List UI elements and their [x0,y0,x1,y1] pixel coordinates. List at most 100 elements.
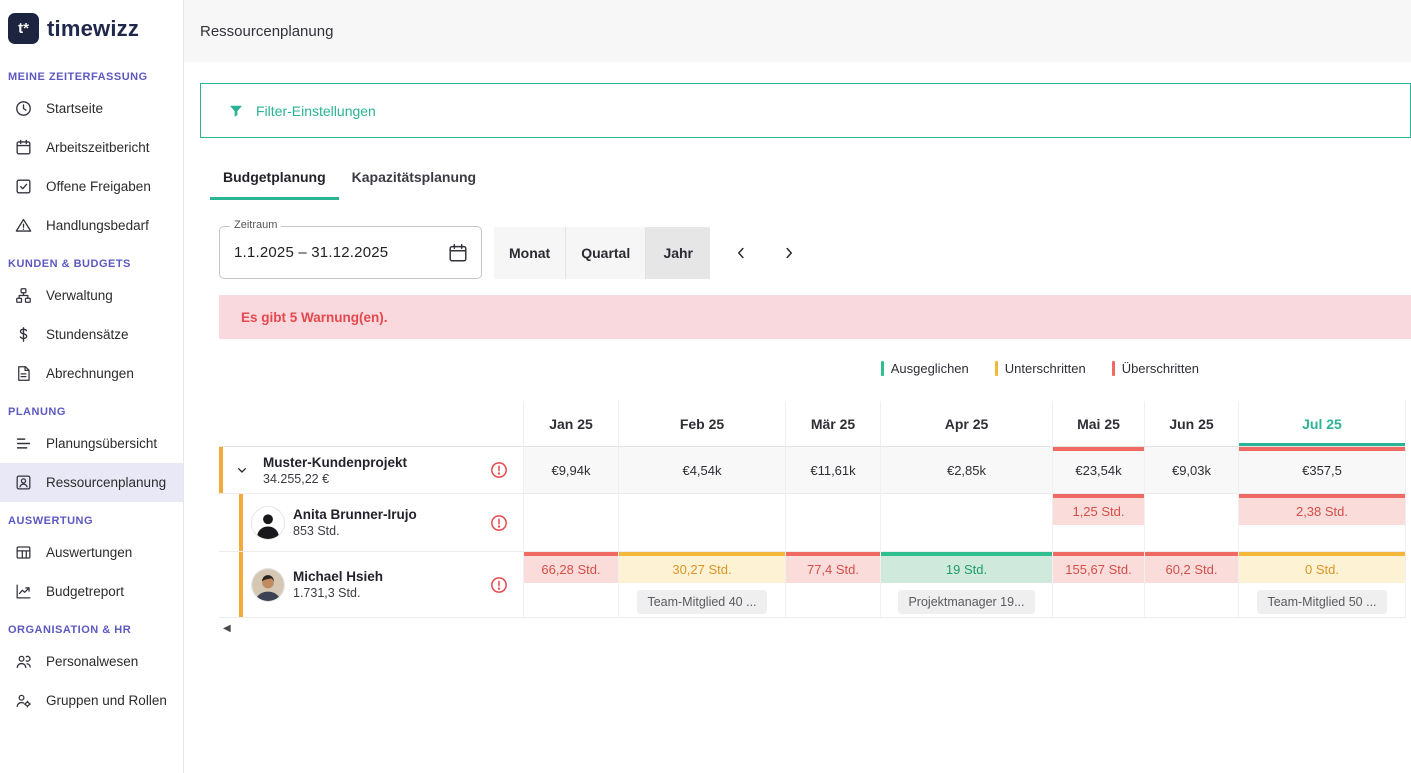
person-cell-jul[interactable]: 2,38 Std. [1239,494,1406,552]
project-cell-jul[interactable]: €357,5 [1239,447,1406,494]
sidebar-item-label: Ressourcenplanung [46,475,166,490]
org-chart-icon [14,286,33,305]
filter-settings-panel[interactable]: Filter-Einstellungen [200,83,1411,138]
avatar [251,506,285,540]
scroll-left-indicator[interactable]: ◀ [223,623,1411,634]
chevron-left-icon [732,244,750,262]
sidebar-item-verwaltung[interactable]: Verwaltung [0,276,183,315]
legend-item-ausgeglichen: Ausgeglichen [881,361,969,376]
warning-icon[interactable] [489,460,509,480]
project-cell-feb[interactable]: €4,54k [619,447,786,494]
warning-icon[interactable] [489,575,509,595]
project-cell-mar[interactable]: €11,61k [786,447,881,494]
sidebar-item-startseite[interactable]: Startseite [0,89,183,128]
chevron-right-icon [780,244,798,262]
period-controls: Zeitraum 1.1.2025 – 31.12.2025 Monat Qua… [219,226,1411,279]
sidebar-item-budgetreport[interactable]: Budgetreport [0,572,183,611]
content: Filter-Einstellungen Budgetplanung Kapaz… [184,62,1411,773]
person-cell-apr [881,494,1053,552]
person-cell-jun[interactable]: 60,2 Std. [1145,552,1239,618]
person-cell-jan [524,494,619,552]
person-cell-mai[interactable]: 155,67 Std. [1053,552,1145,618]
person-cell-mai[interactable]: 1,25 Std. [1053,494,1145,552]
person-cell-apr[interactable]: 19 Std. Projektmanager 19... [881,552,1053,618]
cell-value: €23,54k [1075,463,1121,478]
warning-triangle-icon [14,216,33,235]
month-header-mai[interactable]: Mai 25 [1053,401,1145,447]
zeitraum-value[interactable]: 1.1.2025 – 31.12.2025 [234,244,388,261]
main-area: Ressourcenplanung Filter-Einstellungen B… [184,0,1411,773]
sidebar-item-planungsuebersicht[interactable]: Planungsübersicht [0,424,183,463]
invoice-icon [14,364,33,383]
role-badge[interactable]: Team-Mitglied 40 ... [637,590,766,614]
app-logo[interactable]: t* timewizz [0,0,183,58]
tab-budgetplanung[interactable]: Budgetplanung [210,158,339,200]
chevron-down-icon[interactable] [229,462,255,478]
quartal-button[interactable]: Quartal [566,227,646,279]
legend-item-ueberschritten: Überschritten [1112,361,1199,376]
hours-block[interactable]: 155,67 Std. [1053,552,1144,583]
hours-block[interactable]: 66,28 Std. [524,552,618,583]
role-badge[interactable]: Projektmanager 19... [898,590,1034,614]
project-cell-mai[interactable]: €23,54k [1053,447,1145,494]
cell-value: €2,85k [947,463,986,478]
zeitraum-field[interactable]: Zeitraum 1.1.2025 – 31.12.2025 [219,226,482,279]
sidebar-item-ressourcenplanung[interactable]: Ressourcenplanung [0,463,183,502]
prev-period-button[interactable] [724,236,758,270]
table-row-michael[interactable]: Michael Hsieh 1.731,3 Std. 66,28 Std. 30… [219,552,1406,618]
person-cell-mar[interactable]: 77,4 Std. [786,552,881,618]
month-header-jun[interactable]: Jun 25 [1145,401,1239,447]
sidebar-item-stundensaetze[interactable]: Stundensätze [0,315,183,354]
row-accent-bar [239,494,243,551]
sidebar-item-label: Budgetreport [46,584,124,599]
project-cell-jun[interactable]: €9,03k [1145,447,1239,494]
role-badge[interactable]: Team-Mitglied 50 ... [1257,590,1386,614]
hours-block[interactable]: 60,2 Std. [1145,552,1238,583]
hours-block[interactable]: 30,27 Std. [619,552,785,583]
person-name-cell: Anita Brunner-Irujo 853 Std. [219,494,524,552]
monat-button[interactable]: Monat [494,227,566,279]
project-name-cell: Muster-Kundenprojekt 34.255,22 € [219,447,524,494]
sidebar-item-auswertungen[interactable]: Auswertungen [0,533,183,572]
people-icon [14,652,33,671]
table-row-project[interactable]: Muster-Kundenprojekt 34.255,22 € €9,94k … [219,447,1406,494]
sidebar-item-label: Auswertungen [46,545,132,560]
sidebar-item-gruppen-und-rollen[interactable]: Gruppen und Rollen [0,681,183,720]
person-cell-jan[interactable]: 66,28 Std. [524,552,619,618]
hours-block[interactable]: 2,38 Std. [1239,494,1405,525]
section-label-auswertung: AUSWERTUNG [0,502,183,533]
person-name: Anita Brunner-Irujo [293,507,489,522]
month-header-mar[interactable]: Mär 25 [786,401,881,447]
warning-icon[interactable] [489,513,509,533]
month-header-jan[interactable]: Jan 25 [524,401,619,447]
tab-kapazitaetsplanung[interactable]: Kapazitätsplanung [339,158,489,200]
name-column-header [219,401,524,447]
sidebar-item-handlungsbedarf[interactable]: Handlungsbedarf [0,206,183,245]
warning-banner-text: Es gibt 5 Warnung(en). [241,310,388,325]
hours-block[interactable]: 1,25 Std. [1053,494,1144,525]
section-label-organisation-hr: ORGANISATION & HR [0,611,183,642]
sidebar-item-personalwesen[interactable]: Personalwesen [0,642,183,681]
sidebar-item-offene-freigaben[interactable]: Offene Freigaben [0,167,183,206]
month-header-jul[interactable]: Jul 25 [1239,401,1406,447]
user-roles-icon [14,691,33,710]
budget-planning-table: Jan 25 Feb 25 Mär 25 Apr 25 Mai 25 Jun 2… [219,401,1406,618]
calendar-picker-icon[interactable] [447,242,469,264]
month-header-apr[interactable]: Apr 25 [881,401,1053,447]
sidebar-item-label: Gruppen und Rollen [46,693,167,708]
legend-color-yellow [995,361,998,376]
project-cell-apr[interactable]: €2,85k [881,447,1053,494]
person-cell-feb[interactable]: 30,27 Std. Team-Mitglied 40 ... [619,552,786,618]
table-row-anita[interactable]: Anita Brunner-Irujo 853 Std. 1,25 Std. 2… [219,494,1406,552]
sidebar-item-arbeitszeitbericht[interactable]: Arbeitszeitbericht [0,128,183,167]
jahr-button[interactable]: Jahr [646,227,710,279]
month-header-feb[interactable]: Feb 25 [619,401,786,447]
sidebar-item-abrechnungen[interactable]: Abrechnungen [0,354,183,393]
project-cell-jan[interactable]: €9,94k [524,447,619,494]
hours-block[interactable]: 19 Std. [881,552,1052,583]
hours-block[interactable]: 0 Std. [1239,552,1405,583]
person-cell-jul[interactable]: 0 Std. Team-Mitglied 50 ... [1239,552,1406,618]
hours-block[interactable]: 77,4 Std. [786,552,880,583]
next-period-button[interactable] [772,236,806,270]
cell-value: €9,94k [551,463,590,478]
